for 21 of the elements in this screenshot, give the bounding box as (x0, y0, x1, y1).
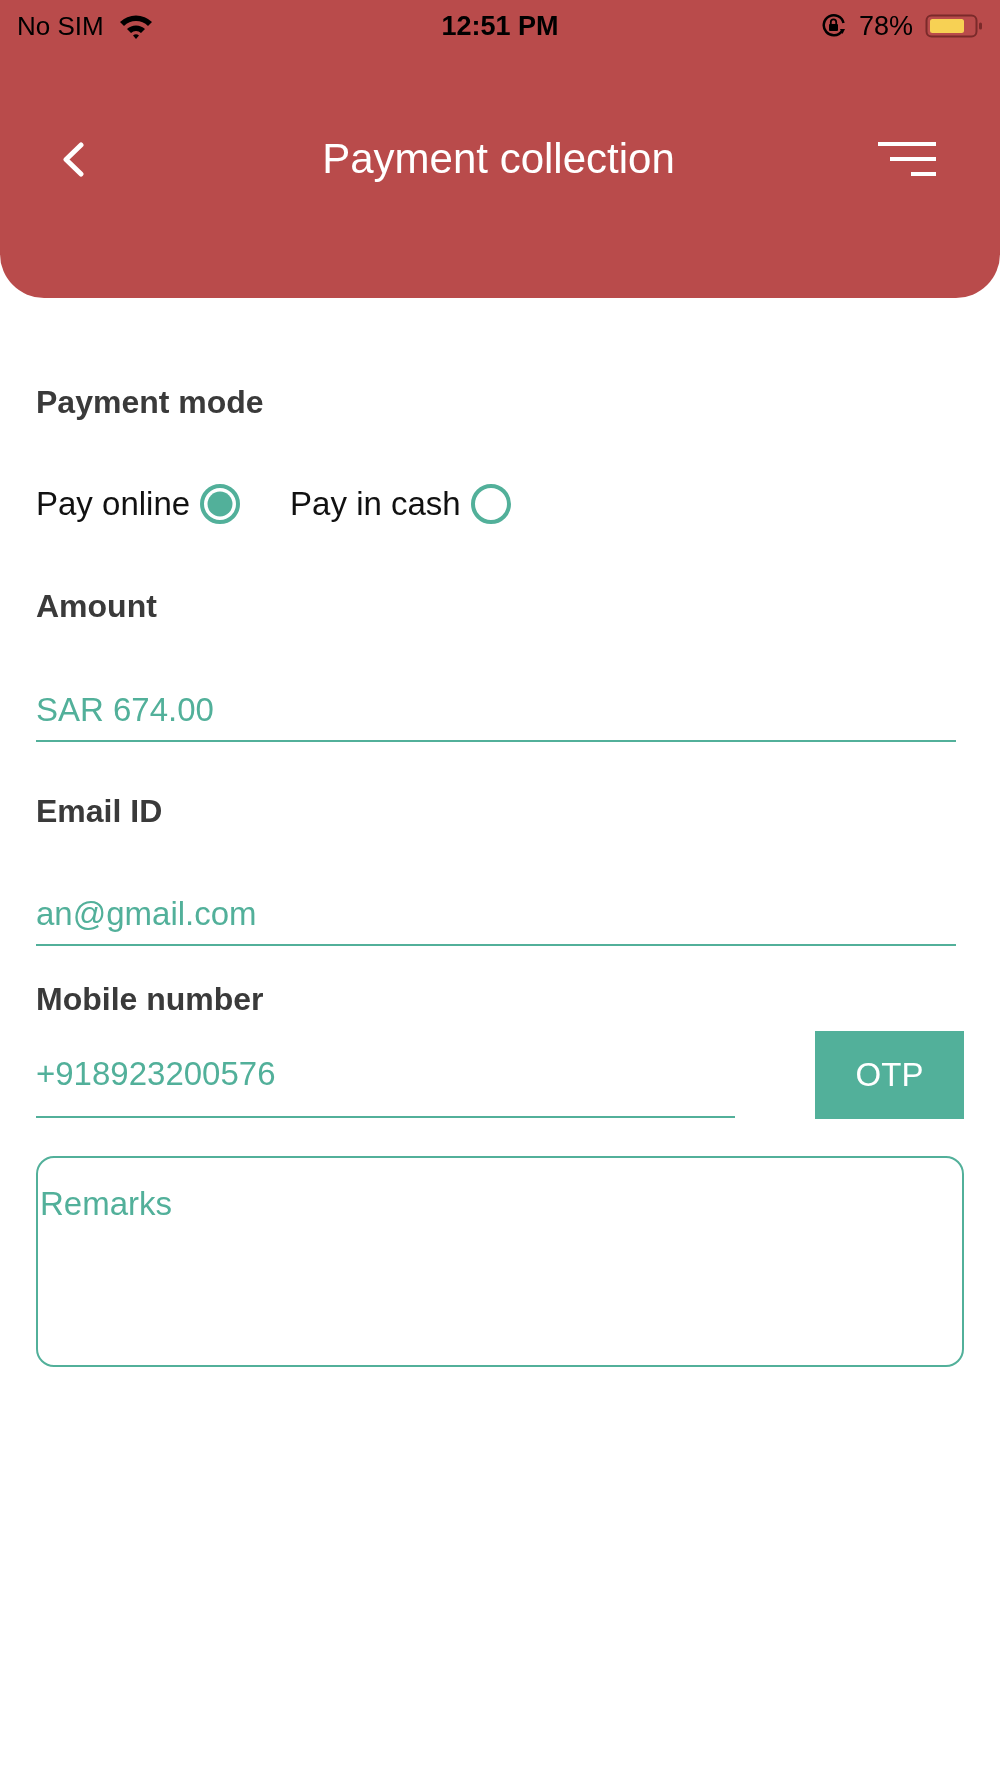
carrier-text: No SIM (17, 13, 104, 39)
rotation-lock-icon (820, 14, 847, 38)
page-title: Payment collection (322, 138, 675, 180)
field-label: Email ID (36, 794, 164, 828)
radio-option[interactable]: Pay online (36, 484, 241, 524)
back-icon[interactable] (61, 141, 85, 177)
menu-icon[interactable] (878, 142, 936, 176)
radio-selected-icon[interactable] (200, 484, 241, 524)
radio-option[interactable]: Pay in cash (290, 484, 511, 524)
battery-icon (925, 14, 983, 38)
radio-empty-icon[interactable] (470, 484, 511, 524)
field-label: Mobile number (36, 982, 265, 1016)
section-label: Payment mode (36, 385, 265, 419)
input-field[interactable]: SAR 674.00 (36, 680, 956, 742)
phone-field[interactable]: +918923200576 (36, 1031, 735, 1118)
remarks-field[interactable]: Remarks (36, 1156, 964, 1367)
clock-text: 12:51 PM (441, 12, 559, 40)
otp-button[interactable]: OTP (815, 1031, 964, 1119)
field-label: Amount (36, 589, 158, 623)
input-field[interactable]: an@gmail.com (36, 884, 956, 946)
battery-percent-text: 78% (858, 12, 913, 40)
